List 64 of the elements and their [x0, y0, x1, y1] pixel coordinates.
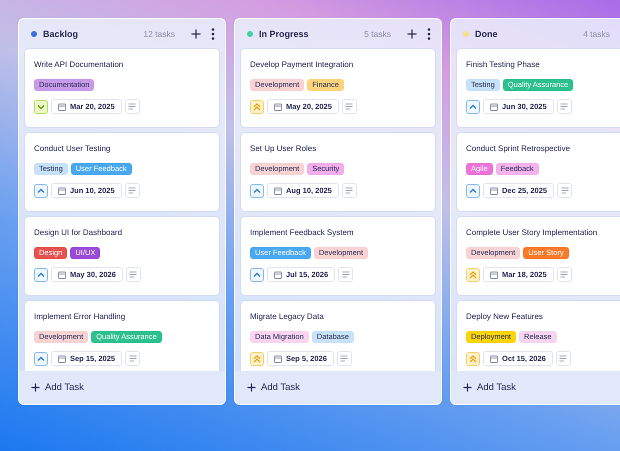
notes-icon[interactable] [342, 99, 357, 114]
task-title: Conduct Sprint Retrospective [466, 143, 572, 155]
calendar-icon [490, 354, 498, 362]
task-count: 4 tasks [583, 28, 610, 38]
calendar-icon [490, 186, 498, 194]
calendar-icon [490, 270, 498, 278]
calendar-icon [58, 270, 66, 278]
double-chevron-up-icon[interactable] [466, 268, 480, 282]
task-title: Implement Feedback System [250, 227, 355, 239]
double-chevron-up-icon[interactable] [250, 352, 264, 366]
calendar-icon [58, 354, 66, 362]
column-title: Backlog [43, 28, 80, 38]
task-title: Finish Testing Phase [466, 59, 541, 71]
double-chevron-up-icon[interactable] [250, 100, 264, 114]
task-title: Migrate Legacy Data [250, 311, 325, 323]
more-icon[interactable] [211, 28, 215, 40]
task-title: Write API Documentation [34, 59, 124, 71]
plus-icon [247, 383, 256, 392]
calendar-icon [274, 270, 282, 278]
notes-icon[interactable] [342, 183, 357, 198]
chevron-up-icon[interactable] [34, 352, 48, 366]
plus-icon [31, 383, 40, 392]
add-task-button[interactable]: Add Task [19, 371, 225, 404]
calendar-icon [58, 186, 66, 194]
calendar-icon [490, 102, 498, 110]
notes-icon[interactable] [124, 183, 140, 198]
notes-icon[interactable] [125, 351, 140, 366]
add-icon[interactable] [191, 28, 201, 38]
task-title: Develop Payment Integration [250, 59, 354, 71]
calendar-icon [274, 186, 282, 194]
task-title: Set Up User Roles [250, 143, 318, 155]
add-icon[interactable] [407, 28, 417, 38]
chevron-up-icon[interactable] [250, 184, 264, 198]
calendar-icon [274, 354, 282, 362]
task-title: Complete User Story Implementation [466, 227, 598, 239]
notes-icon[interactable] [556, 99, 572, 114]
notes-icon[interactable] [126, 267, 141, 282]
add-task-button[interactable]: Add Task [235, 371, 441, 404]
double-chevron-up-icon[interactable] [466, 352, 480, 366]
notes-icon[interactable] [336, 351, 352, 366]
notes-icon[interactable] [557, 183, 572, 198]
chevron-up-icon[interactable] [250, 268, 264, 282]
add-task-button[interactable]: Add Task [451, 371, 620, 404]
column-title: In Progress [259, 28, 310, 38]
chevron-up-icon[interactable] [34, 184, 48, 198]
plus-icon [463, 383, 472, 392]
column-title: Done [475, 28, 498, 38]
task-title: Design UI for Dashboard [34, 227, 124, 239]
task-count: 5 tasks [364, 28, 391, 38]
chevron-up-icon[interactable] [466, 100, 480, 114]
calendar-icon [274, 102, 282, 110]
task-title: Deploy New Features [466, 311, 544, 323]
task-count: 12 tasks [143, 28, 175, 38]
calendar-icon [58, 102, 66, 110]
notes-icon[interactable] [124, 99, 140, 114]
task-title: Conduct User Testing [34, 143, 112, 155]
notes-icon[interactable] [556, 351, 571, 366]
more-icon[interactable] [427, 28, 431, 40]
notes-icon[interactable] [338, 267, 354, 282]
task-title: Implement Error Handling [34, 311, 126, 323]
chevron-up-icon[interactable] [34, 268, 48, 282]
notes-icon[interactable] [556, 267, 572, 282]
chevron-down-icon[interactable] [34, 100, 48, 114]
chevron-up-icon[interactable] [466, 184, 480, 198]
